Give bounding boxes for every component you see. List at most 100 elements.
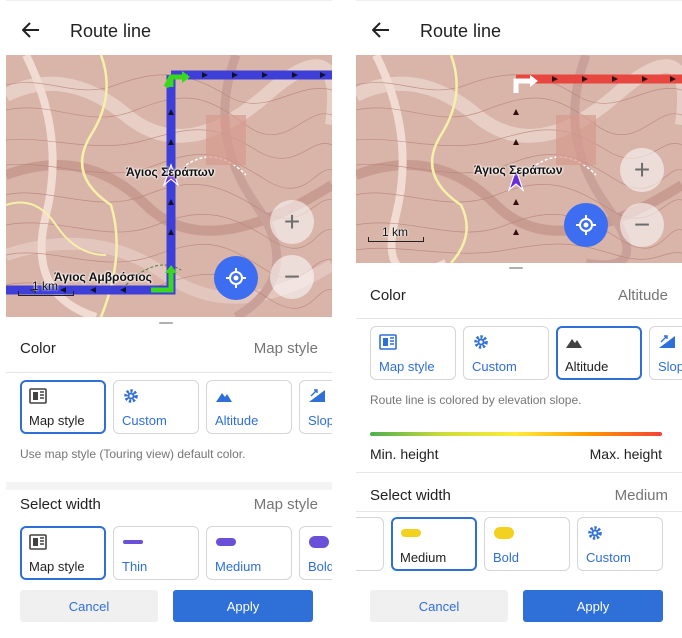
chip-label: Custom <box>586 550 631 565</box>
chip-label: Map style <box>29 559 85 574</box>
width-label: Select width <box>20 496 101 513</box>
minus-icon: − <box>283 261 301 292</box>
map-style-icon <box>379 334 397 350</box>
zoom-in-button[interactable]: + <box>270 200 314 244</box>
section-divider <box>6 482 332 490</box>
plus-icon: + <box>283 206 301 237</box>
page-title: Route line <box>420 21 502 41</box>
width-chip-bold[interactable]: Bold <box>484 517 570 571</box>
map-style-icon <box>29 534 47 550</box>
color-chip-custom[interactable]: Custom <box>463 326 549 380</box>
plus-icon: + <box>633 154 651 185</box>
width-value: Map style <box>253 496 318 513</box>
chip-label: Medium <box>400 550 447 565</box>
cancel-button[interactable]: Cancel <box>20 590 158 622</box>
back-button[interactable] <box>18 17 44 43</box>
width-row: Select width Map style <box>6 496 332 516</box>
divider <box>356 318 682 319</box>
minus-icon: − <box>633 209 651 240</box>
apply-button[interactable]: Apply <box>523 590 663 622</box>
color-row: Color Altitude <box>356 287 682 307</box>
width-row: Select width Medium <box>356 487 682 507</box>
gear-icon <box>474 335 488 349</box>
back-button[interactable] <box>368 17 394 43</box>
crosshair-icon <box>226 268 246 288</box>
color-chip-custom[interactable]: Custom <box>113 380 199 434</box>
place-label: Άγιος Σεράπων <box>126 165 215 179</box>
chip-label: Map style <box>379 359 435 374</box>
chip-label: Altitude <box>565 359 609 374</box>
width-value: Medium <box>614 487 668 504</box>
min-height-label: Min. height <box>370 446 439 462</box>
divider <box>6 372 332 373</box>
bold-line-icon <box>309 536 329 548</box>
chip-label: Thin <box>122 559 148 574</box>
chip-label: Bold <box>308 559 332 574</box>
slope-icon <box>659 335 675 348</box>
top-app-bar: Route line <box>6 0 332 56</box>
max-height-label: Max. height <box>589 446 662 462</box>
width-chip-map-style[interactable]: Map style <box>20 526 106 580</box>
map-view[interactable]: Άγιος Σεράπων Άγιος Αμβρόσιος 1 km + − <box>6 55 332 317</box>
chip-label: Map style <box>29 413 85 428</box>
color-chip-slope[interactable]: Slope <box>649 326 682 380</box>
color-value: Altitude <box>617 287 668 304</box>
route-line-screen-altitude: Route line Άγιος Σεράπων 1 km + − Color … <box>356 0 682 638</box>
chip-label: Custom <box>122 413 167 428</box>
width-chip-thin-partial[interactable] <box>356 517 384 571</box>
color-chip-map-style[interactable]: Map style <box>370 326 456 380</box>
map-style-icon <box>29 388 47 404</box>
slope-icon <box>309 389 325 402</box>
medium-line-icon <box>216 538 236 546</box>
color-chip-map-style[interactable]: Map style <box>20 380 106 434</box>
map-view[interactable]: Άγιος Σεράπων 1 km + − <box>356 55 682 263</box>
color-value: Map style <box>253 340 318 357</box>
sheet-drag-handle[interactable] <box>159 322 173 324</box>
color-label: Color <box>370 287 406 304</box>
chip-label: Custom <box>472 359 517 374</box>
my-location-button[interactable] <box>564 203 608 247</box>
width-chip-medium[interactable]: Medium <box>206 526 292 580</box>
mountain-icon <box>566 339 582 348</box>
altitude-gradient-bar <box>370 432 662 436</box>
width-chip-medium[interactable]: Medium <box>391 517 477 571</box>
zoom-in-button[interactable]: + <box>620 148 664 192</box>
color-chip-slope[interactable]: Slope <box>299 380 332 434</box>
place-label: Άγιος Σεράπων <box>474 163 563 177</box>
mountain-icon <box>216 393 232 402</box>
gear-icon <box>124 389 138 403</box>
sheet-drag-handle[interactable] <box>509 267 523 269</box>
top-app-bar: Route line <box>356 0 682 56</box>
width-chip-custom[interactable]: Custom <box>577 517 663 571</box>
chip-label: Medium <box>215 559 262 574</box>
place-label: Άγιος Αμβρόσιος <box>54 270 152 284</box>
width-chip-bold[interactable]: Bold <box>299 526 332 580</box>
thin-line-icon <box>123 540 143 544</box>
divider <box>356 511 682 512</box>
cancel-button[interactable]: Cancel <box>370 590 508 622</box>
color-label: Color <box>20 340 56 357</box>
color-chip-altitude[interactable]: Altitude <box>206 380 292 434</box>
width-chip-thin[interactable]: Thin <box>113 526 199 580</box>
apply-button[interactable]: Apply <box>173 590 313 622</box>
zoom-out-button[interactable]: − <box>620 203 664 247</box>
chip-label: Slope <box>308 413 332 428</box>
crosshair-icon <box>576 215 596 235</box>
gear-icon <box>588 526 602 540</box>
scale-bar <box>18 291 74 296</box>
arrow-left-icon <box>372 22 389 38</box>
color-row: Color Map style <box>6 340 332 360</box>
bold-line-icon <box>494 527 514 539</box>
chip-label: Bold <box>493 550 520 565</box>
my-location-button[interactable] <box>214 256 258 300</box>
chip-label: Slope <box>658 359 682 374</box>
color-chip-altitude[interactable]: Altitude <box>556 326 642 380</box>
zoom-out-button[interactable]: − <box>270 255 314 299</box>
scale-bar <box>368 237 424 242</box>
arrow-left-icon <box>22 22 39 38</box>
color-hint: Route line is colored by elevation slope… <box>370 393 582 407</box>
color-hint: Use map style (Touring view) default col… <box>20 447 246 461</box>
route-line-screen-map-style: Route line Άγιος Σεράπων Άγιος Αμβρόσιος… <box>6 0 332 638</box>
chip-label: Altitude <box>215 413 259 428</box>
divider <box>356 472 682 473</box>
